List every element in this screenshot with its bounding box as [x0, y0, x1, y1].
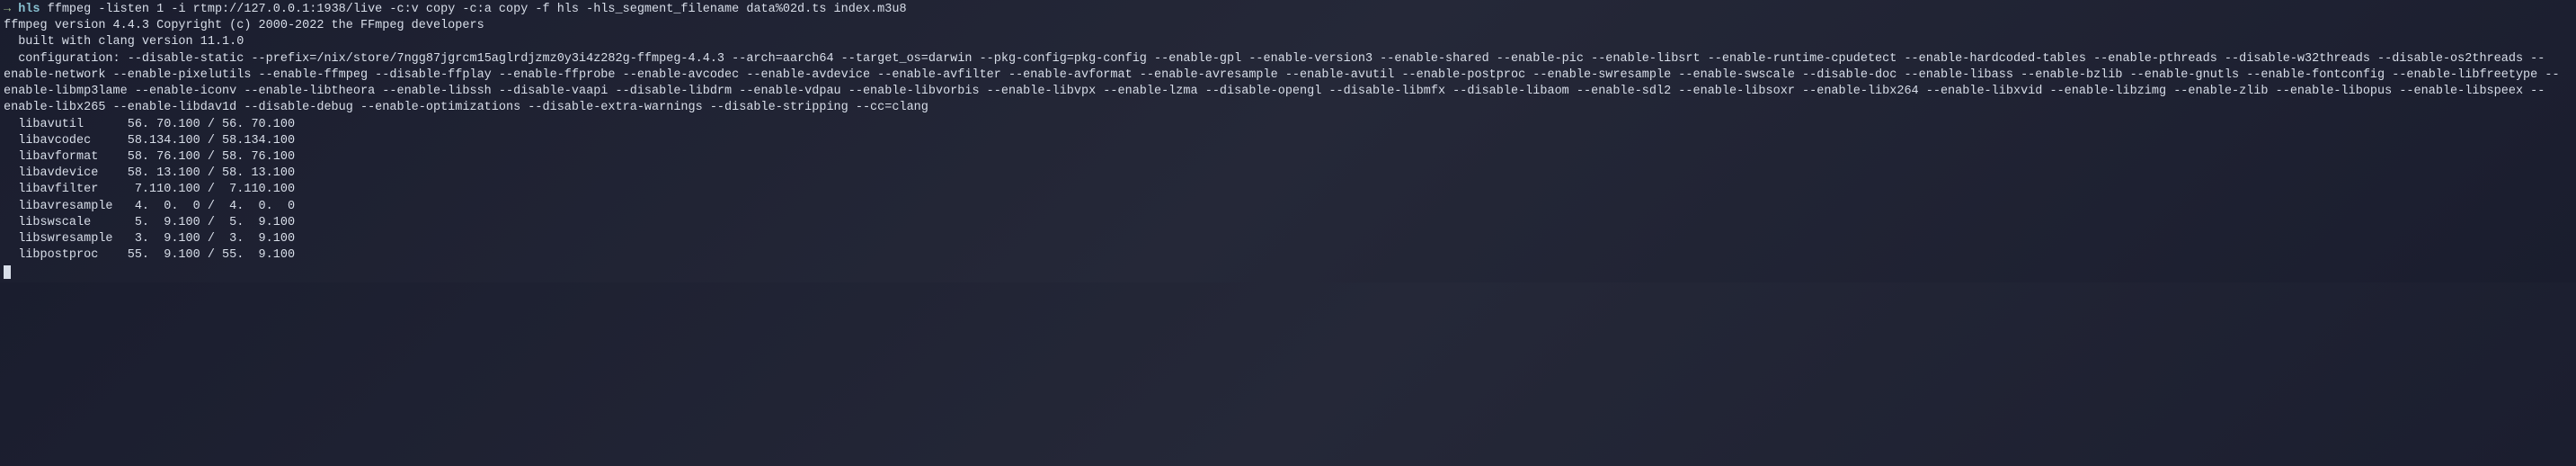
lib-version-row: libpostproc 55. 9.100 / 55. 9.100 [4, 247, 2572, 264]
lib-version-row: libavformat 58. 76.100 / 58. 76.100 [4, 149, 2572, 166]
built-with-line: built with clang version 11.1.0 [4, 34, 2572, 50]
command-text: ffmpeg -listen 1 -i rtmp://127.0.0.1:193… [40, 3, 907, 16]
lib-version-row: libavutil 56. 70.100 / 56. 70.100 [4, 117, 2572, 133]
lib-version-row: libavresample 4. 0. 0 / 4. 0. 0 [4, 199, 2572, 215]
prompt-arrow: → [4, 3, 18, 16]
terminal-output[interactable]: → hls ffmpeg -listen 1 -i rtmp://127.0.0… [4, 2, 2572, 281]
lib-version-row: libavfilter 7.110.100 / 7.110.100 [4, 182, 2572, 198]
configuration-line: configuration: --disable-static --prefix… [4, 51, 2572, 117]
command-line: → hls ffmpeg -listen 1 -i rtmp://127.0.0… [4, 2, 2572, 18]
lib-version-row: libswscale 5. 9.100 / 5. 9.100 [4, 215, 2572, 231]
terminal-cursor [4, 265, 11, 279]
lib-version-row: libavdevice 58. 13.100 / 58. 13.100 [4, 166, 2572, 182]
lib-version-row: libavcodec 58.134.100 / 58.134.100 [4, 133, 2572, 149]
ffmpeg-version-line: ffmpeg version 4.4.3 Copyright (c) 2000-… [4, 18, 2572, 34]
prompt-dir: hls [18, 3, 40, 16]
lib-version-row: libswresample 3. 9.100 / 3. 9.100 [4, 231, 2572, 247]
